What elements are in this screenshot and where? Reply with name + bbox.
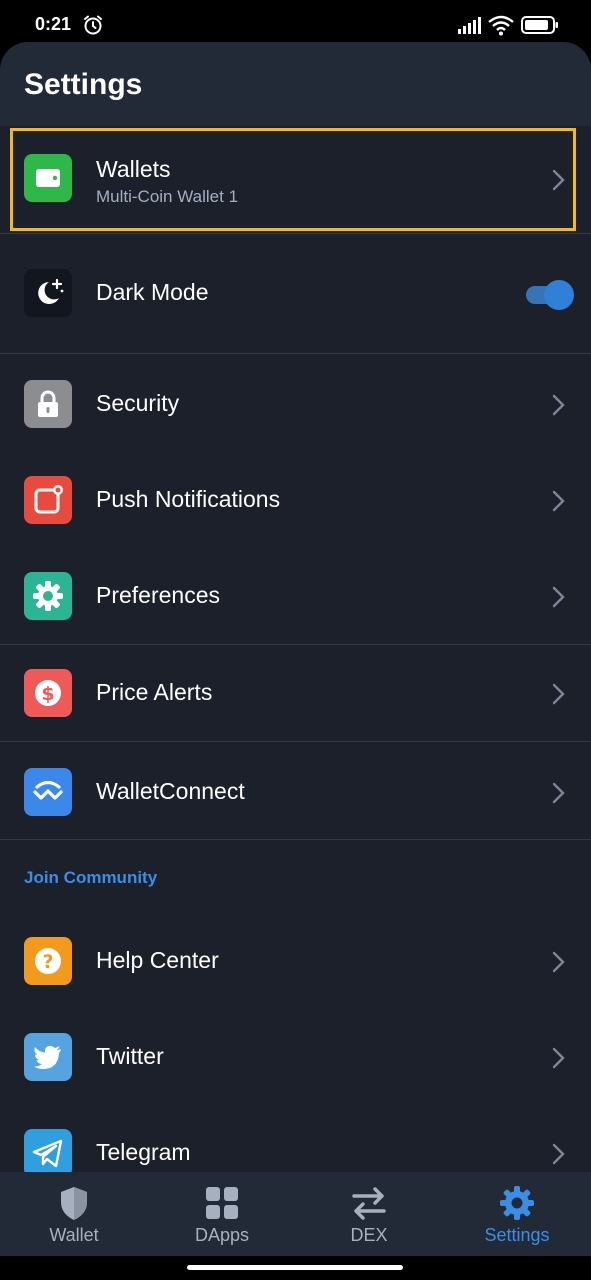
dark-mode-row: Dark Mode	[0, 245, 591, 341]
notification-icon	[24, 476, 72, 524]
price-alerts-label: Price Alerts	[96, 679, 213, 705]
shield-icon	[61, 1187, 87, 1220]
price-alerts-row[interactable]: $ Price Alerts	[0, 645, 591, 741]
chevron-right-icon	[552, 782, 565, 804]
chevron-right-icon	[552, 490, 565, 512]
wallets-highlight-box	[10, 128, 576, 231]
page-title: Settings	[24, 68, 143, 101]
twitter-icon	[24, 1033, 72, 1081]
svg-text:$: $	[41, 683, 54, 705]
nav-dapps-label: DApps	[194, 1225, 250, 1245]
wifi-icon	[488, 15, 514, 36]
chevron-right-icon	[552, 683, 565, 705]
alarm-icon	[84, 15, 102, 35]
nav-dex[interactable]: DEX	[295, 1172, 443, 1256]
settings-screen: Settings Wallets Multi-Coin Wallet 1 Dar…	[0, 42, 591, 1280]
divider	[0, 741, 591, 742]
chevron-right-icon	[552, 586, 565, 608]
chevron-right-icon	[552, 951, 565, 973]
chevron-right-icon	[552, 1143, 565, 1165]
status-time: 0:21	[35, 14, 72, 34]
walletconnect-label: WalletConnect	[96, 778, 245, 804]
walletconnect-icon	[24, 768, 72, 816]
push-notifications-label: Push Notifications	[96, 486, 281, 512]
bottom-nav: Wallet DApps DEX Settings	[0, 1172, 591, 1256]
divider	[0, 839, 591, 840]
nav-dapps[interactable]: DApps	[148, 1172, 296, 1256]
status-bar: 0:21	[0, 0, 591, 44]
push-notifications-row[interactable]: Push Notifications	[0, 452, 591, 548]
dollar-icon: $	[24, 669, 72, 717]
lock-icon	[24, 380, 72, 428]
twitter-row[interactable]: Twitter	[0, 1009, 591, 1105]
gear-icon	[500, 1186, 534, 1220]
svg-text:?: ?	[42, 951, 53, 973]
home-indicator[interactable]	[187, 1265, 403, 1270]
dark-mode-label: Dark Mode	[96, 279, 209, 305]
signal-icon	[458, 17, 481, 34]
moon-stars-icon	[24, 269, 72, 317]
nav-wallet-label: Wallet	[49, 1225, 99, 1245]
dark-mode-toggle[interactable]	[524, 280, 574, 310]
preferences-row[interactable]: Preferences	[0, 548, 591, 644]
grid-icon	[206, 1187, 238, 1219]
join-community-header: Join Community	[24, 868, 158, 887]
battery-icon	[521, 16, 558, 34]
nav-settings-label: Settings	[484, 1225, 550, 1245]
help-center-label: Help Center	[96, 947, 219, 973]
divider	[0, 353, 591, 354]
chevron-right-icon	[552, 1047, 565, 1069]
question-icon: ?	[24, 937, 72, 985]
help-center-row[interactable]: ? Help Center	[0, 913, 591, 1009]
chevron-right-icon	[552, 394, 565, 416]
twitter-label: Twitter	[96, 1043, 164, 1069]
gear-icon	[24, 572, 72, 620]
nav-settings[interactable]: Settings	[443, 1172, 591, 1256]
telegram-label: Telegram	[96, 1139, 191, 1165]
walletconnect-row[interactable]: WalletConnect	[0, 744, 591, 840]
security-label: Security	[96, 390, 180, 416]
app-bar: Settings	[0, 42, 591, 126]
divider	[0, 233, 591, 234]
preferences-label: Preferences	[96, 582, 221, 608]
toggle-knob	[544, 280, 574, 310]
telegram-icon	[24, 1129, 72, 1177]
nav-wallet[interactable]: Wallet	[0, 1172, 148, 1256]
security-row[interactable]: Security	[0, 356, 591, 452]
swap-arrows-icon	[352, 1187, 386, 1220]
nav-dex-label: DEX	[350, 1225, 388, 1245]
